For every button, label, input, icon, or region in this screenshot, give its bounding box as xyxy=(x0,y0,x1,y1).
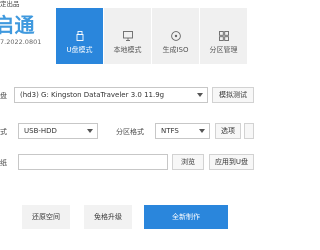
boot-mode-label: 式 xyxy=(0,128,7,136)
window-title: 定出品 xyxy=(0,0,20,8)
restore-space-button[interactable]: 还原空间 xyxy=(22,205,70,229)
grid-icon xyxy=(218,31,229,41)
chevron-down-icon xyxy=(197,93,203,97)
computer-icon xyxy=(122,31,133,41)
boot-mode-value: USB-HDD xyxy=(24,127,57,135)
partition-format-select[interactable]: NTFS xyxy=(155,123,210,139)
disk-label: 盘 xyxy=(0,92,7,100)
tab-partition-manager[interactable]: 分区管理 xyxy=(200,8,247,64)
tab-local-mode[interactable]: 本地模式 xyxy=(104,8,151,64)
tab-label: U盘模式 xyxy=(66,46,93,54)
simulate-test-button[interactable]: 模拟测试 xyxy=(212,87,254,103)
boot-mode-select[interactable]: USB-HDD xyxy=(18,123,98,139)
wallpaper-path-input[interactable] xyxy=(18,154,168,170)
usb-icon xyxy=(76,31,83,41)
browse-button[interactable]: 浏览 xyxy=(172,154,204,170)
create-new-button[interactable]: 全新制作 xyxy=(144,205,228,229)
tab-generate-iso[interactable]: 生成ISO xyxy=(152,8,199,64)
mode-tabs: U盘模式 本地模式 生成ISO 分区管理 xyxy=(56,8,250,64)
tab-usb-mode[interactable]: U盘模式 xyxy=(56,8,103,64)
wallpaper-label: 纸 xyxy=(0,159,7,167)
disc-icon xyxy=(170,31,181,41)
options-button[interactable]: 选项 xyxy=(215,123,241,139)
chevron-down-icon xyxy=(87,129,93,133)
tab-label: 本地模式 xyxy=(113,46,142,54)
disk-select-value: (hd3) G: Kingston DataTraveler 3.0 11.9g xyxy=(20,91,165,99)
chevron-down-icon xyxy=(199,129,205,133)
disk-select[interactable]: (hd3) G: Kingston DataTraveler 3.0 11.9g xyxy=(14,87,208,103)
partition-format-value: NTFS xyxy=(161,127,179,135)
tab-label: 分区管理 xyxy=(209,46,238,54)
app-version: 7.2022.0801 xyxy=(0,38,42,46)
format-free-upgrade-button[interactable]: 免格升级 xyxy=(84,205,132,229)
extra-button[interactable] xyxy=(244,123,254,139)
app-logo-text: 启通 xyxy=(0,13,35,37)
apply-to-usb-button[interactable]: 应用到U盘 xyxy=(209,154,254,170)
tab-label: 生成ISO xyxy=(162,46,189,54)
partition-format-label: 分区格式 xyxy=(116,128,144,136)
